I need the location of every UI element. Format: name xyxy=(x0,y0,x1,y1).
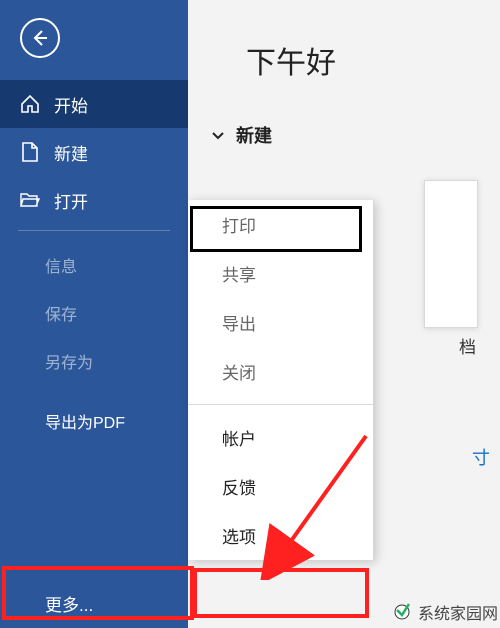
sidebar-label-save: 保存 xyxy=(45,301,77,325)
panel-item-print[interactable]: 打印 xyxy=(188,200,373,249)
section-new-label: 新建 xyxy=(236,122,272,148)
page-title: 下午好 xyxy=(188,0,500,82)
more-menu-panel: 打印 共享 导出 关闭 帐户 反馈 选项 xyxy=(188,200,374,560)
sidebar-label-more: 更多... xyxy=(45,591,93,616)
sidebar-item-home[interactable]: 开始 xyxy=(0,80,188,128)
sidebar-label-saveas: 另存为 xyxy=(45,349,93,373)
back-button[interactable] xyxy=(20,18,60,58)
sidebar-divider xyxy=(18,230,170,231)
doc-template-preview[interactable] xyxy=(424,180,478,328)
truncated-text: 寸 xyxy=(472,444,490,470)
panel-item-export[interactable]: 导出 xyxy=(188,298,373,347)
sidebar-item-more[interactable]: 更多... xyxy=(0,578,188,628)
new-doc-icon xyxy=(18,142,42,162)
sidebar-item-open[interactable]: 打开 xyxy=(0,176,188,224)
back-arrow-icon xyxy=(30,28,50,48)
section-new-header[interactable]: 新建 xyxy=(188,82,500,148)
sidebar-label-open: 打开 xyxy=(54,188,88,213)
home-icon xyxy=(18,95,42,113)
panel-item-account[interactable]: 帐户 xyxy=(188,413,373,462)
panel-divider xyxy=(188,404,373,405)
sidebar-item-saveas[interactable]: 另存为 xyxy=(0,337,188,385)
sidebar-divider-bottom xyxy=(18,567,170,568)
backstage-sidebar: 开始 新建 打开 信息 保存 另存为 导出为PDF 更多... xyxy=(0,0,188,628)
open-folder-icon xyxy=(18,192,42,208)
chevron-down-icon xyxy=(210,127,226,143)
sidebar-item-new[interactable]: 新建 xyxy=(0,128,188,176)
panel-item-options[interactable]: 选项 xyxy=(188,511,373,560)
sidebar-item-info[interactable]: 信息 xyxy=(0,241,188,289)
sidebar-label-new: 新建 xyxy=(54,140,88,165)
sidebar-label-exportpdf: 导出为PDF xyxy=(45,409,125,433)
sidebar-item-exportpdf[interactable]: 导出为PDF xyxy=(0,397,188,445)
sidebar-label-home: 开始 xyxy=(54,92,88,117)
sidebar-item-save[interactable]: 保存 xyxy=(0,289,188,337)
panel-item-feedback[interactable]: 反馈 xyxy=(188,462,373,511)
panel-item-close[interactable]: 关闭 xyxy=(188,347,373,396)
doc-template-caption: 档 xyxy=(459,333,476,358)
panel-item-share[interactable]: 共享 xyxy=(188,249,373,298)
sidebar-label-info: 信息 xyxy=(45,253,77,277)
